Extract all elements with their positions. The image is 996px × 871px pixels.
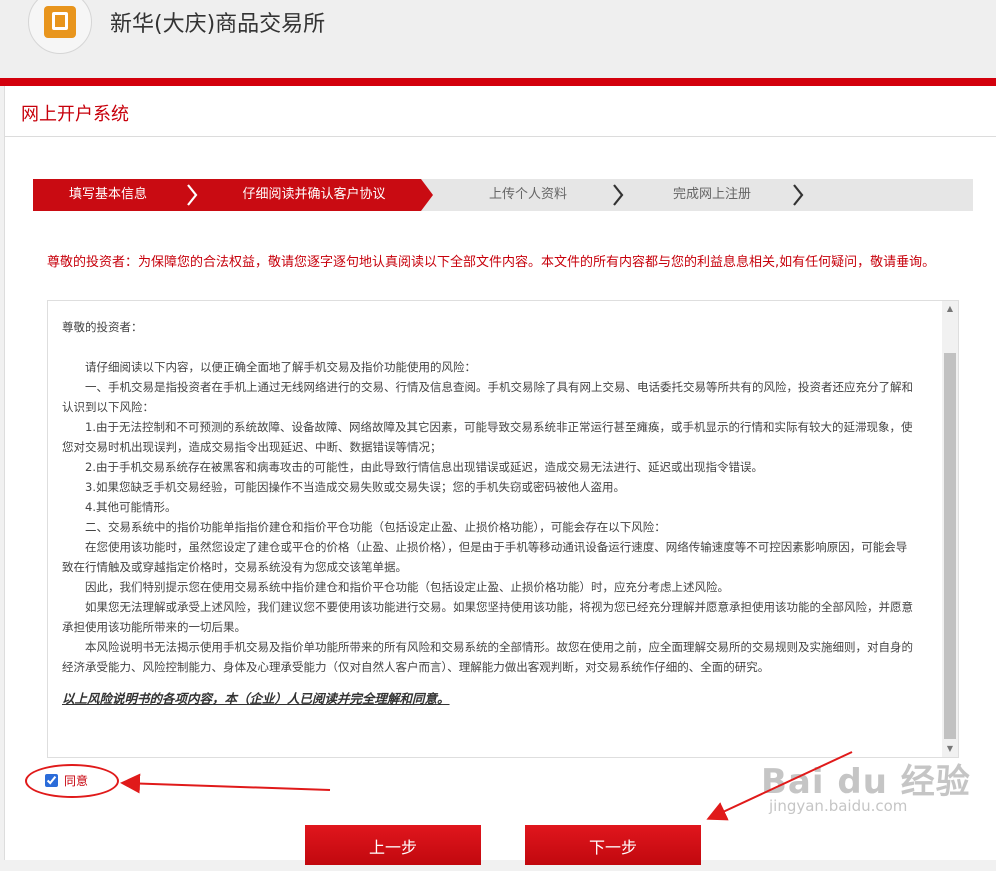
vertical-scrollbar[interactable]: ▲ ▼	[942, 301, 958, 757]
next-step-button[interactable]: 下一步	[525, 825, 701, 865]
step-1: 填写基本信息	[68, 187, 147, 202]
doc-paragraph: 如果您无法理解或承受上述风险，我们建议您不要使用该功能进行交易。如果您坚持使用该…	[62, 600, 913, 634]
title-divider	[5, 136, 996, 137]
main-content: 网上开户系统 填写基本信息 仔细阅读并确认客户协议 上传个人资料 完成网上注册 …	[4, 86, 996, 865]
agreement-document[interactable]: 尊敬的投资者： 请仔细阅读以下内容，以便正确全面地了解手机交易及指价功能使用的风…	[47, 300, 959, 758]
notice-text: 尊敬的投资者：为保障您的合法权益，敬请您逐字逐句地认真阅读以下全部文件内容。本文…	[47, 255, 936, 270]
agree-checkbox[interactable]	[45, 773, 58, 787]
doc-salutation: 尊敬的投资者：	[62, 320, 143, 334]
doc-paragraph: 二、交易系统中的指价功能单指指价建仓和指价平仓功能（包括设定止盈、止损价格功能）…	[85, 520, 666, 534]
step-2: 仔细阅读并确认客户协议	[242, 187, 386, 202]
agree-checkbox-row[interactable]: 同意	[45, 770, 88, 790]
logo-mark	[44, 6, 76, 38]
header-red-bar	[0, 78, 996, 86]
baidu-watermark: Bai du 经验 jingyan.baidu.com	[761, 754, 971, 815]
system-title: 网上开户系统	[21, 104, 129, 125]
step-3: 上传个人资料	[488, 187, 567, 202]
doc-paragraph: 2.由于手机交易系统存在被黑客和病毒攻击的可能性，由此导致行情信息出现错误或延迟…	[85, 460, 763, 474]
doc-paragraph: 在您使用该功能时，虽然您设定了建仓或平仓的价格（止盈、止损价格），但是由于手机等…	[62, 540, 908, 574]
site-header: 新华(大庆)商品交易所	[0, 0, 996, 78]
doc-paragraph: 1.由于无法控制和不可预测的系统故障、设备故障、网络故障及其它因素，可能导致交易…	[62, 420, 913, 454]
scroll-up-icon[interactable]: ▲	[942, 301, 958, 317]
chevron-right-icon	[793, 184, 804, 206]
final-statement: 以上风险说明书的各项内容，本（企业）人已阅读并完全理解和同意。	[62, 691, 450, 706]
doc-paragraph: 4.其他可能情形。	[85, 500, 177, 514]
site-title: 新华(大庆)商品交易所	[110, 12, 326, 37]
agreement-text: 尊敬的投资者： 请仔细阅读以下内容，以便正确全面地了解手机交易及指价功能使用的风…	[62, 317, 918, 709]
chevron-right-icon	[187, 184, 198, 206]
doc-paragraph: 一、手机交易是指投资者在手机上通过无线网络进行的交易、行情及信息查阅。手机交易除…	[62, 380, 913, 414]
prev-step-button[interactable]: 上一步	[305, 825, 481, 865]
step-4: 完成网上注册	[672, 187, 751, 202]
scrollbar-thumb[interactable]	[944, 353, 956, 739]
watermark-main: Bai du 经验	[761, 762, 971, 802]
doc-paragraph: 本风险说明书无法揭示使用手机交易及指价单功能所带来的所有风险和交易系统的全部情形…	[62, 640, 913, 674]
doc-paragraph: 请仔细阅读以下内容，以便正确全面地了解手机交易及指价功能使用的风险：	[85, 360, 476, 374]
chevron-right-icon	[613, 184, 624, 206]
doc-paragraph: 因此，我们特别提示您在使用交易系统中指价建仓和指价平仓功能（包括设定止盈、止损价…	[85, 580, 729, 594]
company-logo-icon	[28, 0, 92, 54]
step-progress-bar: 填写基本信息 仔细阅读并确认客户协议 上传个人资料 完成网上注册	[33, 179, 973, 211]
doc-paragraph: 3.如果您缺乏手机交易经验，可能因操作不当造成交易失败或交易失误；您的手机失窃或…	[85, 480, 625, 494]
agree-label: 同意	[64, 773, 89, 788]
